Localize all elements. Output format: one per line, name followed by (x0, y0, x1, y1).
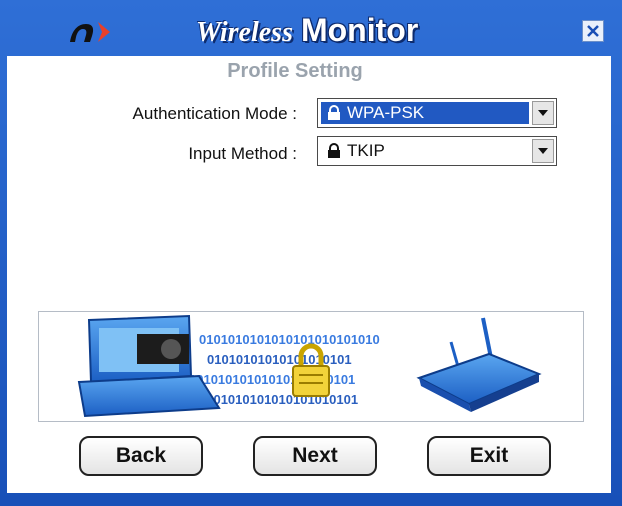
router-icon (416, 317, 542, 412)
input-method-select[interactable]: TKIP (317, 136, 557, 166)
security-banner: 0101010101010101010101010 01010101010101… (38, 311, 584, 422)
exit-button[interactable]: Exit (427, 436, 551, 476)
app-title-wireless: Wireless (196, 17, 293, 48)
close-icon (587, 25, 599, 37)
svg-text:01010101010101010101: 01010101010101010101 (207, 352, 352, 367)
auth-mode-select[interactable]: WPA-PSK (317, 98, 557, 128)
back-button[interactable]: Back (79, 436, 203, 476)
app-window: Wireless Monitor Profile Setting Authent… (0, 0, 622, 506)
title-bar[interactable]: Wireless Monitor (0, 0, 622, 56)
input-method-dropdown-button[interactable] (532, 139, 554, 163)
laptop-padlock-router-illustration: 0101010101010101010101010 01010101010101… (77, 314, 542, 418)
lock-icon (328, 143, 340, 158)
auth-mode-selected: WPA-PSK (321, 102, 529, 124)
content-area: Profile Setting Authentication Mode : WP… (7, 56, 611, 493)
laptop-icon (77, 314, 221, 418)
close-button[interactable] (582, 20, 604, 42)
app-title: Wireless Monitor (196, 12, 418, 52)
n-logo-icon (70, 22, 110, 42)
input-method-value: TKIP (347, 141, 385, 160)
svg-text:10101010101010101010101: 10101010101010101010101 (189, 372, 355, 387)
page-subtitle: Profile Setting (227, 60, 363, 82)
app-title-monitor: Monitor (300, 12, 419, 48)
chevron-down-icon (538, 110, 548, 116)
lock-icon (328, 105, 340, 120)
chevron-down-icon (538, 148, 548, 154)
auth-mode-dropdown-button[interactable] (532, 101, 554, 125)
svg-text:0101010101010101010101: 0101010101010101010101 (199, 392, 358, 407)
input-method-label: Input Method : (188, 144, 297, 163)
auth-mode-label: Authentication Mode : (132, 104, 297, 123)
auth-mode-value: WPA-PSK (347, 103, 425, 122)
input-method-selected: TKIP (321, 140, 529, 162)
svg-text:0101010101010101010101010: 0101010101010101010101010 (199, 332, 380, 347)
next-button[interactable]: Next (253, 436, 377, 476)
